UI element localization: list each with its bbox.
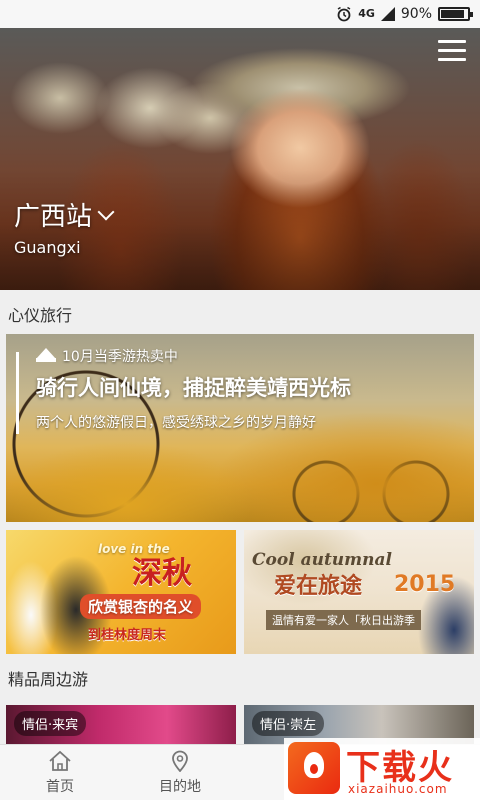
- section-title-travel: 心仪旅行: [8, 306, 73, 325]
- tab-destination[interactable]: 目的地: [120, 745, 240, 800]
- feature-headline: 骑行人间仙境，捕捉醉美靖西光标: [36, 376, 351, 400]
- nearby-card-label: 情侣·崇左: [252, 711, 325, 736]
- battery-icon: [438, 7, 473, 21]
- promo-tile-autumn-guilin[interactable]: love in the 深秋 欣赏银杏的名义 到桂林度周末: [6, 530, 236, 654]
- nearby-card-label: 情侣·来宾: [14, 711, 87, 736]
- promo-tile-family-autumn[interactable]: Cool autumnal 爱在旅途 2015 温情有爱一家人「秋日出游季: [244, 530, 474, 654]
- city-name-english: Guangxi: [14, 238, 81, 257]
- signal-icon: [380, 7, 395, 21]
- feature-accent-bar: [16, 352, 19, 434]
- city-name: 广西站: [14, 202, 93, 232]
- promo-left-line4: 到桂林度周末: [88, 628, 167, 643]
- network-indicator: 4G: [358, 6, 375, 20]
- feature-tag: 10月当季游热卖中: [62, 349, 178, 365]
- promo-left-line3: 欣赏银杏的名义: [80, 594, 202, 619]
- battery-percent: 90%: [400, 6, 432, 22]
- tab-destination-label: 目的地: [159, 779, 201, 795]
- promo-right-line3: 2015: [394, 572, 456, 597]
- home-icon: [49, 750, 71, 771]
- battery-fill: [441, 10, 465, 18]
- city-selector[interactable]: 广西站: [14, 196, 115, 233]
- watermark: 下载火 xiazaihuo.com: [284, 738, 480, 800]
- promo-right-line1: Cool autumnal: [252, 550, 392, 570]
- menu-icon[interactable]: [438, 40, 466, 62]
- tab-home[interactable]: 首页: [0, 745, 120, 800]
- watermark-logo-icon: [288, 742, 340, 794]
- section-title-nearby: 精品周边游: [8, 670, 89, 689]
- status-bar: 4G 90%: [0, 0, 480, 28]
- promo-right-line2: 爱在旅途: [274, 574, 363, 599]
- chevron-down-icon: [97, 203, 115, 220]
- tab-home-label: 首页: [46, 779, 74, 795]
- nearby-card-laibin[interactable]: 情侣·来宾: [6, 705, 236, 745]
- feature-subtitle: 两个人的悠游假日，感受绣球之乡的岁月静好: [36, 415, 316, 431]
- feature-banner[interactable]: 10月当季游热卖中 骑行人间仙境，捕捉醉美靖西光标 两个人的悠游假日，感受绣球之…: [6, 334, 474, 522]
- crown-icon: [36, 348, 56, 362]
- location-pin-icon: [172, 750, 188, 772]
- promo-left-line2: 深秋: [132, 556, 192, 591]
- alarm-icon: [337, 6, 351, 22]
- hero-banner: 广西站 Guangxi: [0, 28, 480, 290]
- watermark-url: xiazaihuo.com: [348, 782, 448, 796]
- promo-right-line4: 温情有爱一家人「秋日出游季: [266, 610, 421, 630]
